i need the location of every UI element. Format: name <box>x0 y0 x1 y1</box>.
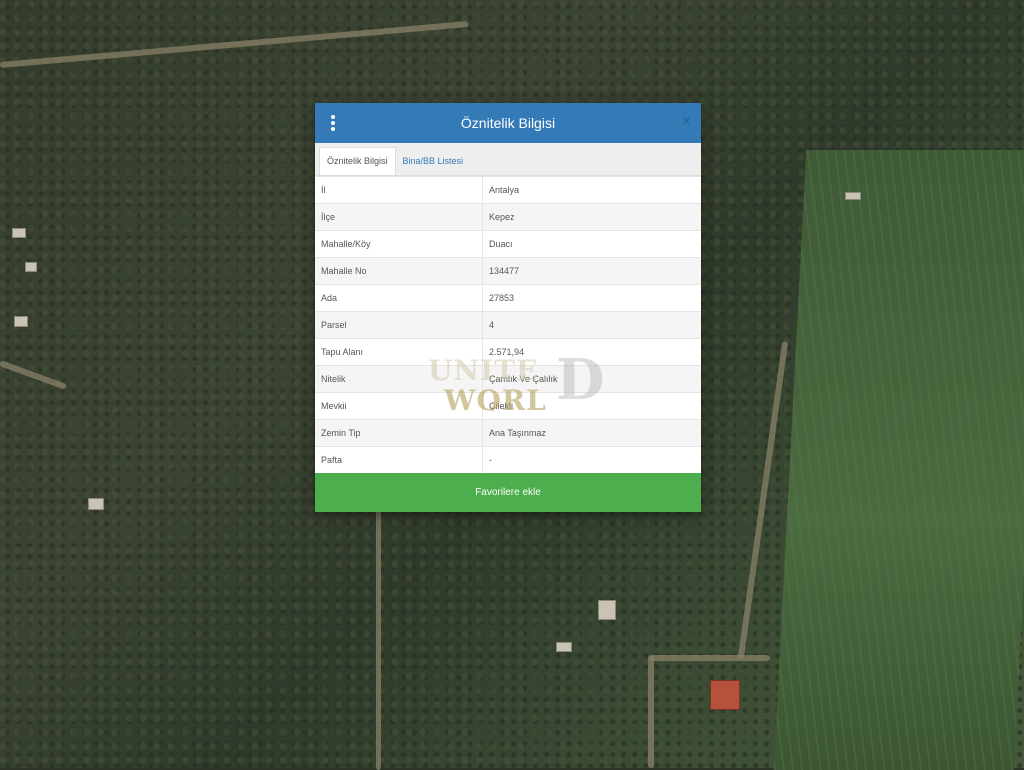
building <box>556 642 572 652</box>
road <box>648 655 654 768</box>
road <box>376 470 381 770</box>
tab-bar: Öznitelik Bilgisi Bina/BB Listesi <box>315 143 701 176</box>
table-row: İlçe Kepez <box>315 203 701 231</box>
building <box>14 316 28 327</box>
row-key: Ada <box>315 284 483 312</box>
row-key: Tapu Alanı <box>315 338 483 366</box>
road <box>737 341 789 659</box>
row-key: İlçe <box>315 203 483 231</box>
road <box>0 21 469 68</box>
table-row: Zemin Tip Ana Taşınmaz <box>315 419 701 447</box>
building <box>25 262 37 272</box>
table-row: Pafta - <box>315 446 701 473</box>
row-key: İl <box>315 176 483 204</box>
table-row: Mahalle No 134477 <box>315 257 701 285</box>
row-value: - <box>482 446 701 473</box>
table-row: Parsel 4 <box>315 311 701 339</box>
row-key: Mahalle No <box>315 257 483 285</box>
row-key: Mevkii <box>315 392 483 420</box>
road <box>650 655 770 661</box>
tab-attribute-info[interactable]: Öznitelik Bilgisi <box>319 147 396 175</box>
row-key: Mahalle/Köy <box>315 230 483 258</box>
table-row: Nitelik Çamlık Ve Çalılık <box>315 365 701 393</box>
attribute-table: İl Antalya İlçe Kepez Mahalle/Köy Duacı Mah… <box>315 176 701 473</box>
table-row: Ada 27853 <box>315 284 701 312</box>
row-key: Parsel <box>315 311 483 339</box>
row-key: Pafta <box>315 446 483 473</box>
row-key: Nitelik <box>315 365 483 393</box>
table-row: Tapu Alanı 2.571,94 <box>315 338 701 366</box>
row-value: 2.571,94 <box>482 338 701 366</box>
dialog-header: Öznitelik Bilgisi × <box>315 103 701 143</box>
row-value: Çamlık Ve Çalılık <box>482 365 701 393</box>
row-value: Ana Taşınmaz <box>482 419 701 447</box>
tab-building-list[interactable]: Bina/BB Listesi <box>396 148 471 175</box>
row-value: 27853 <box>482 284 701 312</box>
close-icon[interactable]: × <box>682 112 691 132</box>
road <box>0 360 67 390</box>
building <box>598 600 616 620</box>
kebab-menu-icon[interactable] <box>329 115 337 131</box>
building <box>710 680 740 710</box>
building <box>845 192 861 200</box>
attribute-info-dialog: Öznitelik Bilgisi × Öznitelik Bilgisi Bi… <box>315 103 701 512</box>
building <box>88 498 104 510</box>
row-key: Zemin Tip <box>315 419 483 447</box>
row-value: Antalya <box>482 176 701 204</box>
add-to-favorites-button[interactable]: Favorilere ekle <box>315 473 701 512</box>
row-value: 134477 <box>482 257 701 285</box>
dialog-title: Öznitelik Bilgisi <box>460 115 556 131</box>
row-value: Kepez <box>482 203 701 231</box>
crop-field <box>773 150 1024 770</box>
table-row: Mevkii Çilekli <box>315 392 701 420</box>
row-value: 4 <box>482 311 701 339</box>
row-value: Çilekli <box>482 392 701 420</box>
table-row: İl Antalya <box>315 176 701 204</box>
table-row: Mahalle/Köy Duacı <box>315 230 701 258</box>
row-value: Duacı <box>482 230 701 258</box>
building <box>12 228 26 238</box>
